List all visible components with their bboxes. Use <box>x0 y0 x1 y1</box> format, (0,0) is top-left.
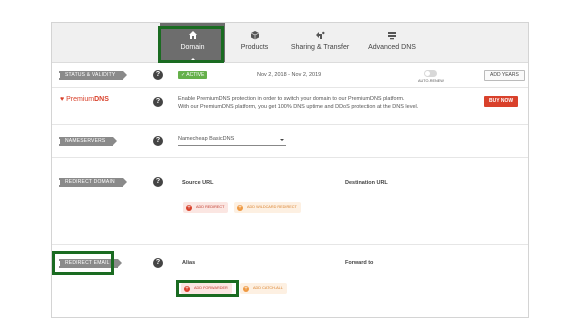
buy-now-button[interactable]: BUY NOW <box>484 96 519 107</box>
source-url-header: Source URL <box>182 180 214 186</box>
add-redirect-button[interactable]: + ADD REDIRECT <box>183 202 229 213</box>
nameservers-value: Namecheap BasicDNS <box>178 136 235 142</box>
add-catch-all-label: ADD CATCH-ALL <box>253 286 283 290</box>
dns-icon <box>388 32 396 40</box>
add-wildcard-label: ADD WILDCARD REDIRECT <box>247 205 297 209</box>
auto-renew-toggle[interactable] <box>424 70 437 77</box>
tab-sharing-transfer[interactable]: Sharing & Transfer <box>284 23 356 62</box>
status-row: STATUS & VALIDITY ? ✓ ACTIVE Nov 2, 2018… <box>52 63 528 88</box>
redirect-domain-label: REDIRECT DOMAIN <box>57 178 127 187</box>
box-icon <box>250 31 259 40</box>
forward-to-header: Forward to <box>345 260 374 266</box>
premium-dns-logo: ♥ PremiumDNS <box>60 96 109 103</box>
tab-products[interactable]: Products <box>227 23 282 62</box>
tab-dns-label: Advanced DNS <box>368 44 416 51</box>
nameservers-select[interactable]: Namecheap BasicDNS <box>178 136 286 146</box>
chevron-down-icon <box>280 139 284 141</box>
nameservers-row: NAMESERVERS ? Namecheap BasicDNS <box>52 125 528 158</box>
premium-dns-desc-1: Enable PremiumDNS protection in order to… <box>178 96 405 102</box>
redirect-email-highlight <box>52 251 114 275</box>
help-icon[interactable]: ? <box>153 258 163 268</box>
plus-icon: + <box>186 205 192 211</box>
add-years-button[interactable]: ADD YEARS <box>484 70 525 81</box>
add-catch-all-button[interactable]: + ADD CATCH-ALL <box>240 283 287 294</box>
tab-bar: Domain Products Sharing & Transfer Advan… <box>52 23 528 63</box>
plus-icon: + <box>243 286 249 292</box>
redirect-email-row: REDIRECT EMAIL ? Alias Forward to + ADD … <box>52 245 528 317</box>
help-icon[interactable]: ? <box>153 177 163 187</box>
status-label: STATUS & VALIDITY <box>56 71 128 80</box>
nameservers-label: NAMESERVERS <box>56 137 118 146</box>
alias-header: Alias <box>182 260 196 266</box>
status-badge: ✓ ACTIVE <box>178 71 208 79</box>
add-forwarder-highlight <box>176 280 239 297</box>
help-icon[interactable]: ? <box>153 70 163 80</box>
premium-logo-prefix: Premium <box>66 96 95 103</box>
tab-products-label: Products <box>240 44 269 51</box>
tab-advanced-dns[interactable]: Advanced DNS <box>358 23 426 62</box>
domain-details-panel: Domain Products Sharing & Transfer Advan… <box>51 22 529 318</box>
premium-dns-desc-2: With our PremiumDNS platform, you get 10… <box>178 104 419 110</box>
tab-sharing-label: Sharing & Transfer <box>290 44 350 51</box>
premium-logo-suffix: DNS <box>94 96 109 103</box>
add-wildcard-redirect-button[interactable]: + ADD WILDCARD REDIRECT <box>234 202 301 213</box>
help-icon[interactable]: ? <box>153 97 163 107</box>
auto-renew-label: AUTO-RENEW <box>418 79 444 83</box>
add-redirect-label: ADD REDIRECT <box>196 205 225 209</box>
destination-url-header: Destination URL <box>345 180 388 186</box>
premium-dns-row: ♥ PremiumDNS ? Enable PremiumDNS protect… <box>52 88 528 125</box>
domain-tab-highlight <box>158 26 224 63</box>
validity-dates: Nov 2, 2018 - Nov 2, 2019 <box>257 72 322 78</box>
heart-shield-icon: ♥ <box>60 96 65 103</box>
help-icon[interactable]: ? <box>153 136 163 146</box>
redirect-domain-row: REDIRECT DOMAIN ? Source URL Destination… <box>52 158 528 245</box>
share-icon <box>316 31 325 39</box>
plus-icon: + <box>237 205 243 211</box>
